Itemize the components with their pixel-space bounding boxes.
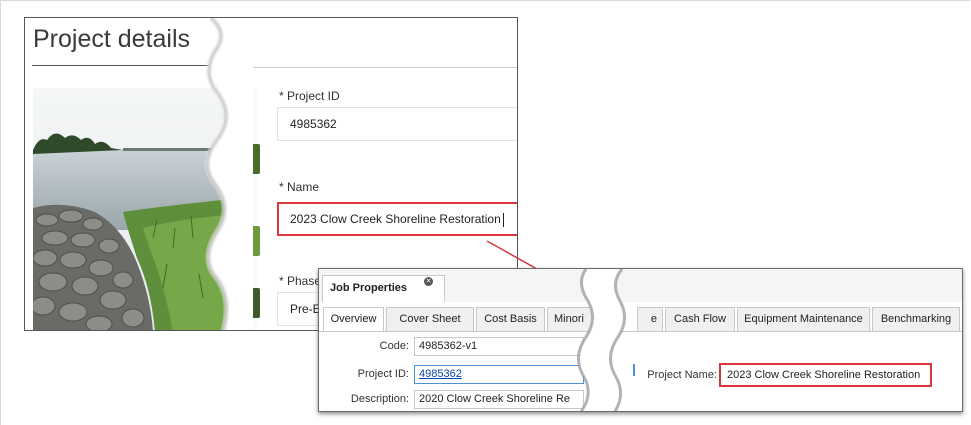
page-title: Project details	[33, 25, 191, 53]
tab-bar: Overview Cover Sheet Cost Basis Minori e…	[321, 307, 962, 332]
project-id-label: * Project ID	[279, 89, 340, 103]
name-field[interactable]: 2023 Clow Creek Shoreline Restoration	[277, 202, 517, 236]
tab-divider	[319, 331, 962, 332]
form-divider	[253, 67, 517, 68]
field-edge	[633, 364, 635, 376]
gallery-thumbnail[interactable]	[246, 144, 260, 174]
name-value: 2023 Clow Creek Shoreline Restoration	[290, 212, 501, 226]
project-name-label: Project Name:	[647, 369, 717, 381]
project-id-label: Project ID:	[357, 368, 409, 380]
tab-partial[interactable]: e	[637, 307, 663, 332]
job-properties-tab-label: Job Properties	[330, 282, 408, 294]
description-label: Description:	[350, 393, 409, 405]
tab-cost-basis[interactable]: Cost Basis	[476, 307, 545, 332]
code-field[interactable]: 4985362-v1	[414, 337, 584, 356]
tab-equipment-maintenance[interactable]: Equipment Maintenance	[737, 307, 870, 332]
job-properties-panel: Job Properties ✕ Overview Cover Sheet Co…	[318, 268, 963, 412]
name-label: * Name	[279, 180, 320, 194]
project-id-link[interactable]: 4985362	[419, 368, 462, 380]
highlight-box	[719, 363, 932, 387]
project-id-field[interactable]: 4985362	[414, 365, 584, 384]
phase-label: * Phase	[279, 274, 322, 288]
gallery-thumbnail[interactable]	[246, 226, 260, 256]
close-icon[interactable]: ✕	[424, 277, 433, 286]
text-caret	[502, 212, 504, 227]
tab-overview[interactable]: Overview	[323, 307, 384, 332]
tab-minority[interactable]: Minori	[547, 307, 607, 332]
tab-cover-sheet[interactable]: Cover Sheet	[386, 307, 474, 332]
tab-cash-flow[interactable]: Cash Flow	[665, 307, 735, 332]
gallery-thumbnail[interactable]	[246, 288, 260, 318]
tab-benchmarking[interactable]: Benchmarking	[872, 307, 960, 332]
project-photo	[33, 88, 241, 330]
code-label: Code:	[379, 340, 409, 352]
title-divider	[32, 65, 217, 66]
description-field[interactable]: 2020 Clow Creek Shoreline Re	[414, 390, 584, 409]
project-id-field[interactable]: 4985362	[277, 107, 517, 141]
